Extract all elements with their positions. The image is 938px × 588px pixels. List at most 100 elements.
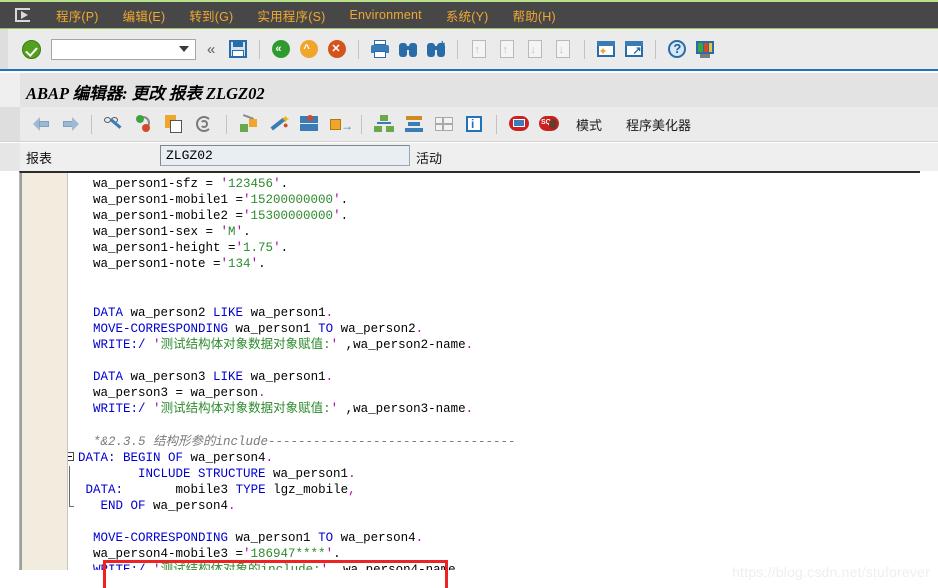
code-line[interactable]: 170 wa_person1-sex = 'M'. [68, 224, 920, 240]
debug-button[interactable] [508, 113, 530, 135]
info-button[interactable]: i [463, 113, 485, 135]
code-scroll-area[interactable]: 167 wa_person1-sfz = '123456'.168 wa_per… [68, 173, 920, 570]
code-text: wa_person1-height ='1.75'. [78, 241, 289, 256]
display-change-button[interactable] [103, 113, 125, 135]
code-line[interactable]: 175 DATA wa_person2 LIKE wa_person1. [68, 305, 920, 321]
code-line[interactable]: 184DATA: BEGIN OF wa_person4. [68, 450, 920, 466]
code-line[interactable]: 182 [68, 417, 920, 433]
code-line[interactable]: 168 wa_person1-mobile1 ='15200000000'. [68, 192, 920, 208]
main-toolbar: « « ^ ✕ + ↑ ↑ ↓ ↓ ✦ ↗ ? [0, 29, 938, 71]
code-text: DATA wa_person2 LIKE wa_person1. [93, 305, 334, 320]
code-text: INCLUDE STRUCTURE wa_person1. [138, 466, 356, 481]
cancel-button[interactable]: ✕ [326, 38, 348, 60]
title-left-strip [0, 73, 20, 107]
command-input[interactable] [51, 38, 196, 60]
toolbar-separator [91, 114, 92, 134]
code-line[interactable]: 173 [68, 273, 920, 289]
nav-forward-button[interactable] [59, 113, 81, 135]
toolbar-separator [226, 114, 227, 134]
menu-bar: 程序(P) 编辑(E) 转到(G) 实用程序(S) Environment 系统… [0, 0, 938, 29]
code-lines[interactable]: 167 wa_person1-sfz = '123456'.168 wa_per… [68, 176, 920, 570]
code-line[interactable]: 171 wa_person1-height ='1.75'. [68, 240, 920, 256]
stack-button[interactable] [403, 113, 425, 135]
print-button[interactable] [369, 38, 391, 60]
pretty-printer-button[interactable]: 程序美化器 [626, 115, 691, 134]
code-line[interactable]: 181 WRITE:/ '测试结构体对象数据对象赋值:' ,wa_person3… [68, 401, 920, 417]
menu-item-program[interactable]: 程序(P) [44, 3, 111, 28]
toolbar-left-strip [0, 29, 8, 69]
insert-statement-button[interactable] [238, 113, 260, 135]
last-page-button[interactable]: ↓ [552, 38, 574, 60]
code-editor[interactable]: 167 wa_person1-sfz = '123456'.168 wa_per… [19, 171, 920, 588]
code-line[interactable]: 183 *&2.3.5 结构形参的include----------------… [68, 434, 920, 450]
fold-guide-line [69, 481, 70, 498]
database-button[interactable] [298, 113, 320, 135]
customize-button[interactable] [694, 38, 716, 60]
code-text: MOVE-CORRESPONDING wa_person1 TO wa_pers… [93, 321, 424, 336]
code-line[interactable]: 169 wa_person1-mobile2 ='15300000000'. [68, 208, 920, 224]
pattern-button[interactable] [193, 113, 215, 135]
object-tree-button[interactable] [373, 113, 395, 135]
mode-button[interactable]: 模式 [576, 115, 602, 134]
nav-back-button[interactable] [31, 113, 53, 135]
toolbar-separator [361, 114, 362, 134]
code-line[interactable]: 185 INCLUDE STRUCTURE wa_person1. [68, 465, 920, 482]
first-page-button[interactable]: ↑ [468, 38, 490, 60]
code-line[interactable]: 177 WRITE:/ '测试结构体对象数据对象赋值:' ,wa_person2… [68, 337, 920, 353]
copy-button[interactable] [163, 113, 185, 135]
check-refresh-button[interactable] [133, 113, 155, 135]
find-next-button[interactable]: + [425, 38, 447, 60]
code-line[interactable]: 167 wa_person1-sfz = '123456'. [68, 176, 920, 192]
green-check-icon[interactable] [22, 39, 41, 59]
report-label: 报表 [26, 151, 53, 166]
create-session-button[interactable]: ✦ [595, 38, 617, 60]
help-button[interactable]: ? [666, 38, 688, 60]
system-menu-icon[interactable] [14, 7, 34, 24]
code-text: MOVE-CORRESPONDING wa_person1 TO wa_pers… [93, 531, 424, 546]
security-button[interactable]: SQ [538, 113, 560, 135]
apptoolbar-left-strip [0, 107, 20, 141]
menu-item-environment[interactable]: Environment [337, 5, 433, 25]
menu-item-goto[interactable]: 转到(G) [177, 3, 245, 28]
code-line[interactable]: 178 [68, 353, 920, 369]
code-line[interactable]: 176 MOVE-CORRESPONDING wa_person1 TO wa_… [68, 321, 920, 337]
find-button[interactable] [397, 38, 419, 60]
code-line[interactable]: 172 wa_person1-note ='134'. [68, 256, 920, 272]
where-used-button[interactable]: → [328, 113, 353, 135]
toolbar-separator [655, 39, 657, 59]
code-line[interactable]: 190 wa_person4-mobile3 ='186947****'. [68, 546, 920, 562]
list-button[interactable] [433, 113, 455, 135]
previous-page-button[interactable]: ↑ [496, 38, 518, 60]
code-line[interactable]: 180 wa_person3 = wa_person. [68, 385, 920, 401]
code-line[interactable]: 188 [68, 514, 920, 530]
fold-guide-end [69, 497, 74, 507]
editor-gutter [22, 173, 67, 570]
back-button[interactable]: « [270, 38, 292, 60]
code-text: wa_person1-note ='134'. [78, 257, 266, 272]
report-name-input[interactable]: ZLGZ02 [160, 145, 410, 166]
menu-item-edit[interactable]: 编辑(E) [111, 3, 178, 28]
code-line[interactable]: 189 MOVE-CORRESPONDING wa_person1 TO wa_… [68, 530, 920, 546]
report-status-label: 活动 [416, 151, 443, 166]
watermark: https://blog.csdn.net/stuforever [732, 564, 930, 580]
code-text: wa_person1-mobile1 ='15200000000'. [78, 193, 349, 208]
menu-item-help[interactable]: 帮助(H) [501, 3, 568, 28]
save-button[interactable] [227, 38, 249, 60]
pretty-printer-wand-button[interactable]: ✦ ● [268, 113, 290, 135]
toolbar-separator [496, 114, 497, 134]
code-line[interactable]: 179 DATA wa_person3 LIKE wa_person1. [68, 369, 920, 385]
create-shortcut-button[interactable]: ↗ [623, 38, 645, 60]
exit-button[interactable]: ^ [298, 38, 320, 60]
fold-collapse-icon[interactable] [68, 451, 74, 461]
next-page-button[interactable]: ↓ [524, 38, 546, 60]
double-chevron-left-icon[interactable]: « [207, 41, 215, 58]
code-text: wa_person1-mobile2 ='15300000000'. [78, 209, 349, 224]
code-text: DATA: mobile3 TYPE lgz_mobile, [85, 482, 356, 497]
menu-item-utilities[interactable]: 实用程序(S) [245, 3, 337, 28]
code-line[interactable]: 186 DATA: mobile3 TYPE lgz_mobile, [68, 481, 920, 498]
toolbar-separator [358, 39, 360, 59]
chevron-down-icon[interactable] [179, 46, 189, 52]
code-line[interactable]: 174 [68, 289, 920, 305]
code-line[interactable]: 187 END OF wa_person4. [68, 497, 920, 514]
menu-item-system[interactable]: 系统(Y) [434, 3, 501, 28]
